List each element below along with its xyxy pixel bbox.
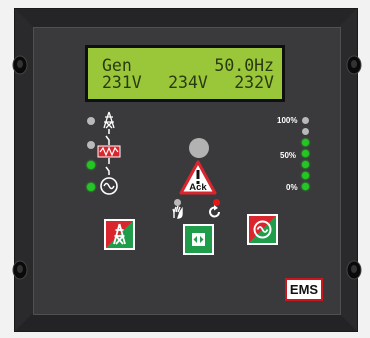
screw-icon [12,260,28,280]
load-led-100 [302,117,309,124]
load-led-50 [302,161,309,168]
mains-switch-icon [105,129,110,145]
alarm-lamp [189,138,209,158]
load-label-0: 0% [286,183,298,192]
generator-icon [253,220,272,239]
load-label-50: 50% [280,151,297,160]
generator-icon [100,177,118,195]
mains-status-led [87,117,95,125]
lcd-frequency: 50.0Hz [214,56,274,75]
load-led-87 [302,128,309,135]
lcd-voltage-l2: 234V [168,73,208,92]
lcd-row-2: 231V 234V 232V [102,74,274,91]
load-label-100: 100% [277,116,298,125]
transmission-tower-icon [113,223,126,245]
load-led-75 [302,139,309,146]
transmission-tower-icon [103,111,115,129]
mimic-diagram [97,111,121,195]
mode-toggle-icon [192,233,205,246]
gen-status-led [87,183,95,191]
hand-icon [172,205,183,219]
lcd-voltage-l3: 232V [234,73,274,92]
lcd-voltage-l1: 231V [102,73,142,92]
screw-icon [346,260,362,280]
lcd-row-1: Gen 50.0Hz [102,57,274,74]
gen-breaker-button[interactable] [247,214,278,245]
mode-select-button[interactable] [183,224,214,255]
ack-label: Ack [189,182,207,193]
lcd-display: Gen 50.0Hz 231V 234V 232V [85,45,285,102]
load-mains-led [87,141,95,149]
load-led-25 [302,172,309,179]
lcd-source-label: Gen [102,56,132,75]
gen-switch-icon [105,158,110,175]
screw-icon [12,55,28,75]
auto-cycle-icon [209,205,220,218]
mains-breaker-button[interactable] [104,219,135,250]
brand-badge: EMS [285,278,323,301]
resistor-icon [97,145,121,158]
load-led-62 [302,150,309,157]
load-led-0 [302,183,309,190]
load-gen-led [87,161,95,169]
screw-icon [346,55,362,75]
